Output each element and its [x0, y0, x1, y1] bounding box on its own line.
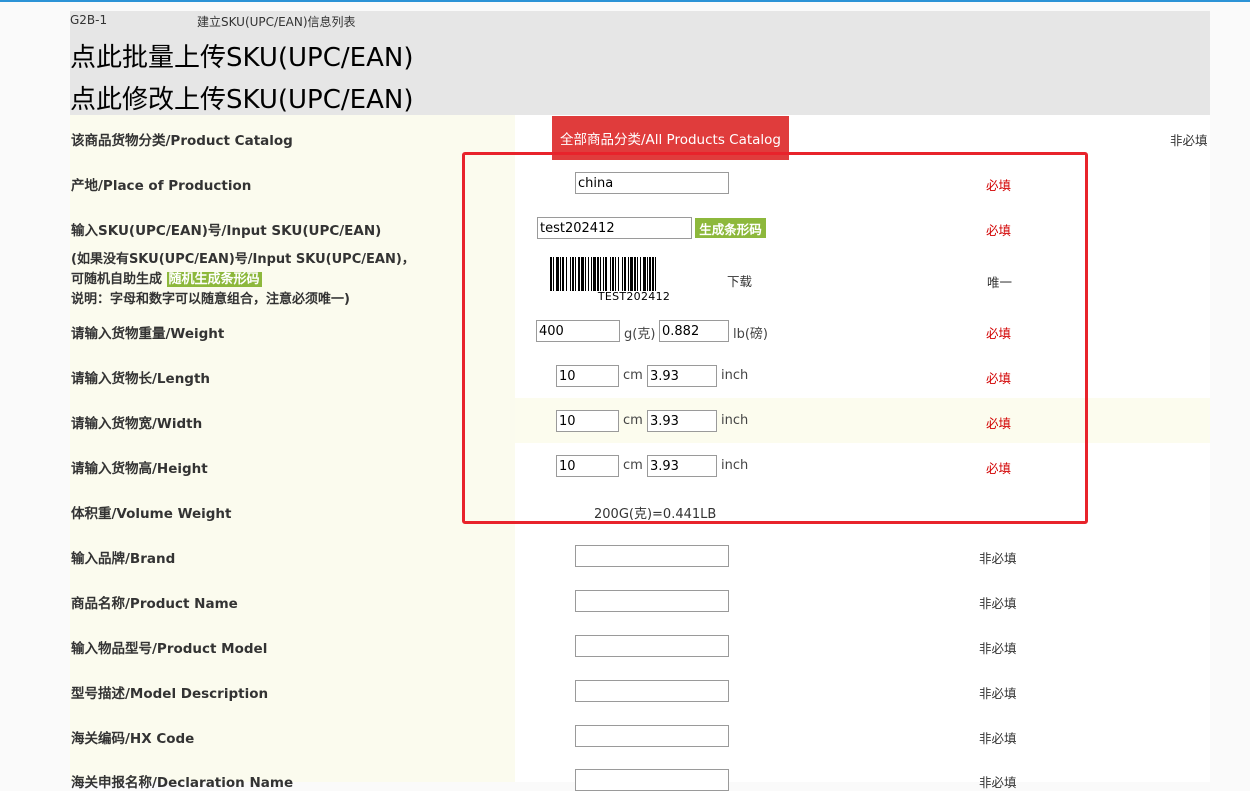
random-note-line1: (如果没有SKU(UPC/EAN)号/Input SKU(UPC/EAN)， — [71, 252, 415, 267]
volume-label: 体积重/Volume Weight — [71, 506, 232, 522]
catalog-status: 非必填 — [1170, 133, 1208, 148]
batch-upload-link[interactable]: 点此批量上传SKU(UPC/EAN) — [70, 37, 413, 74]
top-accent-bar — [0, 0, 1250, 2]
model-description-status: 非必填 — [979, 686, 1017, 701]
origin-label: 产地/Place of Production — [71, 178, 252, 194]
page-header: G2B-1 建立SKU(UPC/EAN)信息列表 点此批量上传SKU(UPC/E… — [70, 11, 1210, 115]
random-note-prefix: 可随机自助生成 — [71, 272, 163, 287]
page-title: 建立SKU(UPC/EAN)信息列表 — [197, 15, 356, 29]
hx-code-status: 非必填 — [979, 731, 1017, 746]
sku-label: 输入SKU(UPC/EAN)号/Input SKU(UPC/EAN) — [71, 223, 382, 239]
hx-code-label: 海关编码/HX Code — [71, 731, 195, 747]
width-label: 请输入货物宽/Width — [71, 416, 203, 432]
height-label: 请输入货物高/Height — [71, 461, 208, 477]
length-label: 请输入货物长/Length — [71, 371, 211, 387]
random-note-line3: 说明：字母和数字可以随意组合，注意必须唯一) — [71, 292, 350, 307]
weight-label: 请输入货物重量/Weight — [71, 326, 225, 342]
product-name-label: 商品名称/Product Name — [71, 596, 238, 612]
brand-label: 输入品牌/Brand — [71, 551, 176, 567]
product-name-input[interactable] — [575, 590, 729, 612]
declaration-name-input[interactable] — [575, 769, 729, 791]
edit-upload-link[interactable]: 点此修改上传SKU(UPC/EAN) — [70, 79, 413, 116]
model-description-input[interactable] — [575, 680, 729, 702]
hx-code-input[interactable] — [575, 725, 729, 747]
brand-status: 非必填 — [979, 551, 1017, 566]
catalog-label: 该商品货物分类/Product Catalog — [71, 133, 293, 149]
declaration-name-label: 海关申报名称/Declaration Name — [71, 775, 294, 791]
random-barcode-button[interactable]: 随机生成条形码 — [166, 272, 262, 287]
model-description-label: 型号描述/Model Description — [71, 686, 269, 702]
product-model-label: 输入物品型号/Product Model — [71, 641, 268, 657]
product-model-status: 非必填 — [979, 641, 1017, 656]
random-note-line2: 可随机自助生成 随机生成条形码 — [71, 270, 262, 290]
product-name-status: 非必填 — [979, 596, 1017, 611]
brand-input[interactable] — [575, 545, 729, 567]
highlight-annotation-box — [462, 152, 1088, 524]
product-model-input[interactable] — [575, 635, 729, 657]
page-code: G2B-1 — [70, 13, 108, 27]
